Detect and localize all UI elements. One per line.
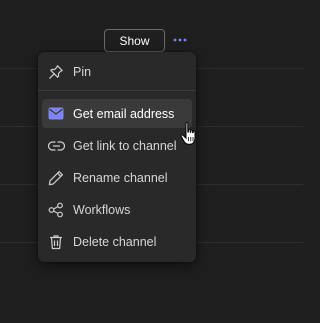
menu-item-label: Rename channel <box>73 170 168 185</box>
menu-divider <box>38 90 196 91</box>
trash-icon <box>47 233 65 251</box>
menu-item-pin[interactable]: Pin <box>42 57 192 86</box>
menu-item-label: Get email address <box>73 106 175 121</box>
menu-item-workflows[interactable]: Workflows <box>42 195 192 224</box>
show-button[interactable]: Show <box>104 29 165 52</box>
menu-item-label: Workflows <box>73 202 131 217</box>
menu-item-label: Get link to channel <box>73 138 177 153</box>
mail-icon <box>47 105 65 123</box>
menu-item-label: Delete channel <box>73 234 157 249</box>
link-icon <box>47 137 65 155</box>
menu-item-get-email-address[interactable]: Get email address <box>42 99 192 128</box>
menu-item-get-link-to-channel[interactable]: Get link to channel <box>42 131 192 160</box>
pencil-icon <box>47 169 65 187</box>
menu-item-rename-channel[interactable]: Rename channel <box>42 163 192 192</box>
menu-item-delete-channel[interactable]: Delete channel <box>42 227 192 256</box>
workflows-icon <box>47 201 65 219</box>
menu-item-label: Pin <box>73 64 92 79</box>
more-options-button[interactable] <box>170 31 190 49</box>
more-horizontal-icon <box>173 38 187 42</box>
pin-icon <box>47 63 65 81</box>
channel-context-menu: Pin Get email address Get link to channe… <box>38 52 196 262</box>
hand-pointer-cursor-icon <box>180 121 196 145</box>
